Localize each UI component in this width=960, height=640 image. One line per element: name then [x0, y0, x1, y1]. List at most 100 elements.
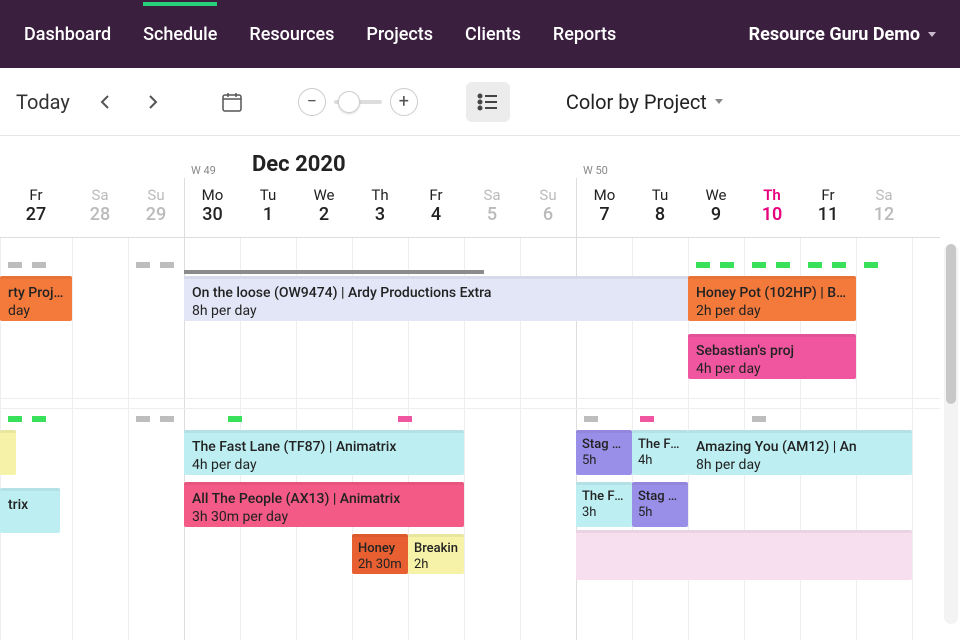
- booking-title: The Fast Lane (TF87) | Animatrix: [192, 439, 456, 457]
- schedule-grid[interactable]: rty Project day On the loose (OW9474) | A…: [0, 238, 940, 640]
- availability-marks: [228, 416, 242, 422]
- booking-title: The Fas: [582, 489, 626, 505]
- booking-subtitle: 2h 30m: [358, 557, 402, 573]
- booking-subtitle: day: [8, 303, 64, 321]
- booking[interactable]: rty Project day: [0, 276, 72, 321]
- day-number: 11: [800, 204, 856, 225]
- availability-mark: [776, 262, 790, 268]
- day-column[interactable]: Tu1: [240, 178, 296, 237]
- zoom-handle[interactable]: [338, 91, 360, 113]
- nav-reports[interactable]: Reports: [553, 24, 616, 45]
- day-column[interactable]: W 50Mo7: [576, 178, 632, 237]
- day-column[interactable]: Su29: [128, 178, 184, 237]
- availability-mark: [136, 416, 150, 422]
- booking-title: trix: [8, 497, 52, 515]
- nav-schedule[interactable]: Schedule: [143, 24, 217, 45]
- day-column[interactable]: Fr4: [408, 178, 464, 237]
- day-of-week: Fr: [408, 186, 464, 204]
- day-column[interactable]: Sa28: [72, 178, 128, 237]
- booking-title: The Fas: [638, 437, 682, 453]
- day-column[interactable]: We9: [688, 178, 744, 237]
- booking-subtitle: 5h: [638, 505, 682, 521]
- availability-mark: [8, 416, 22, 422]
- booking[interactable]: Amazing You (AM12) | An8h per day: [688, 430, 912, 475]
- day-column[interactable]: Fr11: [800, 178, 856, 237]
- availability-marks: [640, 416, 654, 422]
- booking[interactable]: [0, 430, 16, 475]
- availability-marks: [808, 262, 846, 268]
- zoom-out-button[interactable]: −: [298, 88, 326, 116]
- day-number: 27: [0, 204, 72, 225]
- booking-title: All The People (AX13) | Animatrix: [192, 491, 456, 509]
- week-label: W 49: [191, 164, 216, 177]
- day-column[interactable]: Sa5: [464, 178, 520, 237]
- availability-mark: [752, 262, 766, 268]
- availability-marks: [8, 416, 46, 422]
- availability-marks: [398, 416, 412, 422]
- booking-title: Stag Life: [582, 437, 626, 453]
- nav-resources[interactable]: Resources: [249, 24, 334, 45]
- day-column[interactable]: Sa12: [856, 178, 912, 237]
- availability-mark: [32, 416, 46, 422]
- availability-mark: [160, 416, 174, 422]
- week-label: W 50: [583, 164, 608, 177]
- nav-dashboard[interactable]: Dashboard: [24, 24, 111, 45]
- booking[interactable]: Breakin2h: [408, 534, 464, 574]
- day-column[interactable]: Th10: [744, 178, 800, 237]
- scroll-thumb[interactable]: [946, 244, 956, 404]
- nav-clients[interactable]: Clients: [465, 24, 521, 45]
- today-button[interactable]: Today: [12, 86, 74, 118]
- day-number: 4: [408, 204, 464, 225]
- booking-title: Honey: [358, 541, 402, 557]
- day-column[interactable]: Tu8: [632, 178, 688, 237]
- booking[interactable]: Stag Life5h: [632, 482, 688, 527]
- day-column[interactable]: W 49Mo30: [184, 178, 240, 237]
- booking[interactable]: Honey Pot (102HP) | Bee2h per day: [688, 276, 856, 321]
- color-by-dropdown[interactable]: Color by Project: [566, 90, 723, 114]
- booking[interactable]: The Fas3h: [576, 482, 632, 527]
- day-number: 2: [296, 204, 352, 225]
- day-of-week: Tu: [240, 186, 296, 204]
- day-number: 28: [72, 204, 128, 225]
- availability-marks: [8, 262, 46, 268]
- booking-subtitle: 8h per day: [192, 303, 696, 321]
- vertical-scrollbar[interactable]: [944, 244, 958, 624]
- availability-mark: [136, 262, 150, 268]
- date-picker-button[interactable]: [220, 90, 244, 114]
- booking[interactable]: Honey 2h 30m: [352, 534, 408, 574]
- list-view-toggle[interactable]: [466, 82, 510, 122]
- day-column[interactable]: Fr27: [0, 178, 72, 237]
- booking[interactable]: Stag Life5h: [576, 430, 632, 475]
- day-number: 29: [128, 204, 184, 225]
- booking-title: Honey Pot (102HP) | Bee: [696, 285, 848, 303]
- booking[interactable]: The Fas4h: [632, 430, 688, 475]
- day-of-week: Su: [520, 186, 576, 204]
- booking[interactable]: The Fast Lane (TF87) | Animatrix4h per d…: [184, 430, 464, 475]
- booking-subtitle: 2h per day: [696, 303, 848, 321]
- prev-button[interactable]: [92, 88, 120, 116]
- booking[interactable]: Sebastian's proj4h per day: [688, 334, 856, 379]
- day-column[interactable]: We2: [296, 178, 352, 237]
- account-name: Resource Guru Demo: [749, 24, 920, 45]
- availability-mark: [752, 416, 766, 422]
- month-label: Dec 2020: [252, 152, 346, 177]
- account-switcher[interactable]: Resource Guru Demo: [749, 24, 936, 45]
- color-by-label: Color by Project: [566, 90, 707, 114]
- booking[interactable]: [576, 530, 912, 580]
- day-column[interactable]: Su6: [520, 178, 576, 237]
- day-of-week: We: [688, 186, 744, 204]
- availability-marks: [136, 262, 174, 268]
- booking-title: Breakin: [414, 541, 458, 557]
- list-icon: [477, 93, 499, 111]
- booking[interactable]: On the loose (OW9474) | Ardy Productions…: [184, 276, 704, 321]
- booking[interactable]: All The People (AX13) | Animatrix3h 30m …: [184, 482, 464, 527]
- booking[interactable]: trix: [0, 488, 60, 533]
- nav-projects[interactable]: Projects: [366, 24, 433, 45]
- day-column[interactable]: Th3: [352, 178, 408, 237]
- zoom-slider[interactable]: [334, 100, 382, 104]
- availability-mark: [160, 262, 174, 268]
- day-of-week: Fr: [800, 186, 856, 204]
- booking-subtitle: 3h: [582, 505, 626, 521]
- zoom-in-button[interactable]: +: [390, 88, 418, 116]
- next-button[interactable]: [138, 88, 166, 116]
